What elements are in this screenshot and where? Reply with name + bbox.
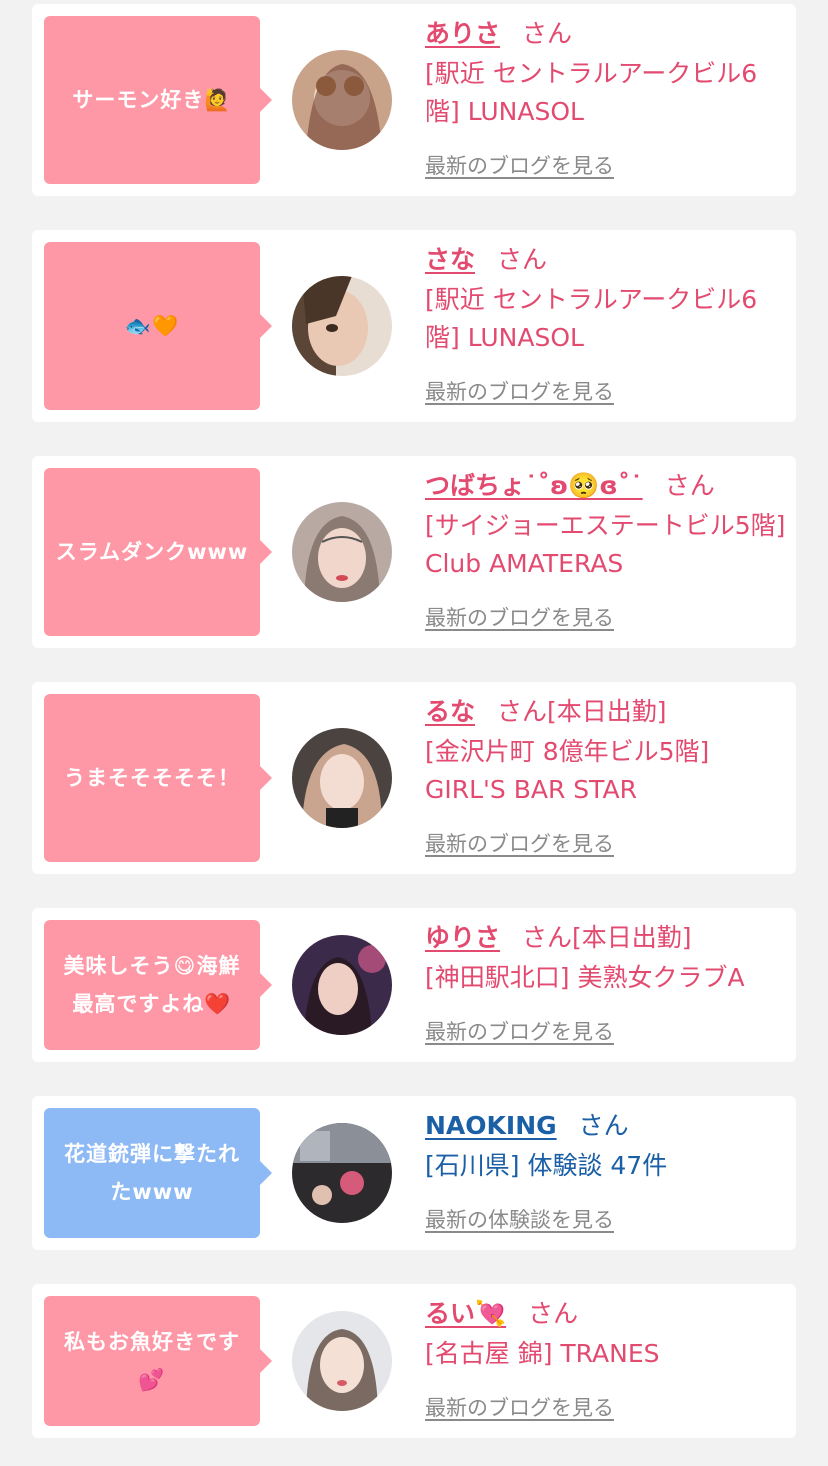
comment-card: うまそそそそそ！ るな さん[本日出勤] [金沢片町 8億年ビル5階] GIRL'… [32, 682, 796, 874]
comment-bubble: 🐟🧡 [44, 242, 272, 410]
card-info: NAOKING さん [石川県] 体験談 47件 [425, 1108, 788, 1185]
card-info: るな さん[本日出勤] [金沢片町 8億年ビル5階] GIRL'S BAR STA… [425, 694, 788, 809]
comment-bubble: スラムダンクwww [44, 468, 272, 636]
comment-list: サーモン好き🙋 ありさ さん [駅近 セントラルアークビル6階] LUNASOL … [0, 0, 828, 1466]
avatar[interactable] [292, 1311, 392, 1411]
shop-location: [サイジョーエステートビル5階] Club AMATERAS [425, 511, 786, 578]
honorific: さん[本日出勤] [497, 697, 667, 726]
latest-review-link[interactable]: 最新の体験談を見る [425, 1204, 614, 1234]
comment-bubble: 花道銃弾に撃たれたwww [44, 1108, 272, 1238]
card-info: さな さん [駅近 セントラルアークビル6階] LUNASOL [425, 242, 788, 357]
avatar[interactable] [292, 1123, 392, 1223]
reviewer-name-link[interactable]: NAOKING [425, 1111, 557, 1140]
avatar-photo [292, 1123, 392, 1223]
comment-text: スラムダンクwww [55, 540, 249, 564]
comment-card: スラムダンクwww つばちょ˙˚ʚ🥺ɞ˚˙ さん [サイジョーエステートビル5階]… [32, 456, 796, 648]
honorific: さん [664, 471, 715, 500]
latest-blog-link[interactable]: 最新のブログを見る [425, 376, 614, 406]
honorific: さん [522, 19, 573, 48]
cast-name-link[interactable]: さな [425, 245, 475, 274]
avatar-photo [292, 935, 392, 1035]
avatar[interactable] [292, 276, 392, 376]
latest-blog-link[interactable]: 最新のブログを見る [425, 1016, 614, 1046]
latest-blog-link[interactable]: 最新のブログを見る [425, 828, 614, 858]
card-info: つばちょ˙˚ʚ🥺ɞ˚˙ さん [サイジョーエステートビル5階] Club AMAT… [425, 468, 788, 583]
cast-name-link[interactable]: つばちょ˙˚ʚ🥺ɞ˚˙ [425, 471, 643, 500]
comment-bubble: サーモン好き🙋 [44, 16, 272, 184]
avatar-photo [292, 50, 392, 150]
comment-text: 私もお魚好きです💕 [64, 1330, 240, 1392]
review-location: [石川県] 体験談 47件 [425, 1151, 668, 1180]
honorific: さん [578, 1111, 629, 1140]
cast-name-link[interactable]: るい💘 [425, 1299, 506, 1328]
cast-name-link[interactable]: ゆりさ [425, 923, 500, 952]
avatar[interactable] [292, 728, 392, 828]
card-info: ありさ さん [駅近 セントラルアークビル6階] LUNASOL [425, 16, 788, 131]
honorific: さん[本日出勤] [522, 923, 692, 952]
shop-location: [駅近 セントラルアークビル6階] LUNASOL [425, 59, 758, 126]
latest-blog-link[interactable]: 最新のブログを見る [425, 150, 614, 180]
comment-card: 私もお魚好きです💕 るい💘 さん [名古屋 錦] TRANES 最新のブログを見る [32, 1284, 796, 1438]
comment-bubble: 美味しそう😋海鮮最高ですよね❤️ [44, 920, 272, 1050]
comment-card: 花道銃弾に撃たれたwww NAOKING さん [石川県] 体験談 47件 最新の… [32, 1096, 796, 1250]
card-info: ゆりさ さん[本日出勤] [神田駅北口] 美熟女クラブA [425, 920, 788, 997]
comment-card: 🐟🧡 さな さん [駅近 セントラルアークビル6階] LUNASOL 最新のブログ… [32, 230, 796, 422]
avatar[interactable] [292, 502, 392, 602]
card-info: るい💘 さん [名古屋 錦] TRANES [425, 1296, 788, 1373]
comment-text: 🐟🧡 [124, 314, 180, 338]
avatar-photo [292, 728, 392, 828]
comment-card: 美味しそう😋海鮮最高ですよね❤️ ゆりさ さん[本日出勤] [神田駅北口] 美熟女… [32, 908, 796, 1062]
honorific: さん [497, 245, 548, 274]
comment-text: うまそそそそそ！ [64, 766, 240, 790]
comment-bubble: 私もお魚好きです💕 [44, 1296, 272, 1426]
shop-location: [神田駅北口] 美熟女クラブA [425, 963, 745, 992]
comment-text: 花道銃弾に撃たれたwww [64, 1142, 240, 1204]
avatar-photo [292, 276, 392, 376]
honorific: さん [528, 1299, 579, 1328]
comment-text: サーモン好き🙋 [72, 88, 232, 112]
avatar-photo [292, 1311, 392, 1411]
latest-blog-link[interactable]: 最新のブログを見る [425, 1392, 614, 1422]
shop-location: [駅近 セントラルアークビル6階] LUNASOL [425, 285, 758, 352]
comment-card: サーモン好き🙋 ありさ さん [駅近 セントラルアークビル6階] LUNASOL … [32, 4, 796, 196]
shop-location: [金沢片町 8億年ビル5階] GIRL'S BAR STAR [425, 737, 710, 804]
comment-text: 美味しそう😋海鮮最高ですよね❤️ [63, 954, 241, 1016]
latest-blog-link[interactable]: 最新のブログを見る [425, 602, 614, 632]
avatar[interactable] [292, 935, 392, 1035]
avatar-photo [292, 502, 392, 602]
shop-location: [名古屋 錦] TRANES [425, 1339, 660, 1368]
cast-name-link[interactable]: るな [425, 697, 475, 726]
comment-bubble: うまそそそそそ！ [44, 694, 272, 862]
cast-name-link[interactable]: ありさ [425, 19, 500, 48]
avatar[interactable] [292, 50, 392, 150]
